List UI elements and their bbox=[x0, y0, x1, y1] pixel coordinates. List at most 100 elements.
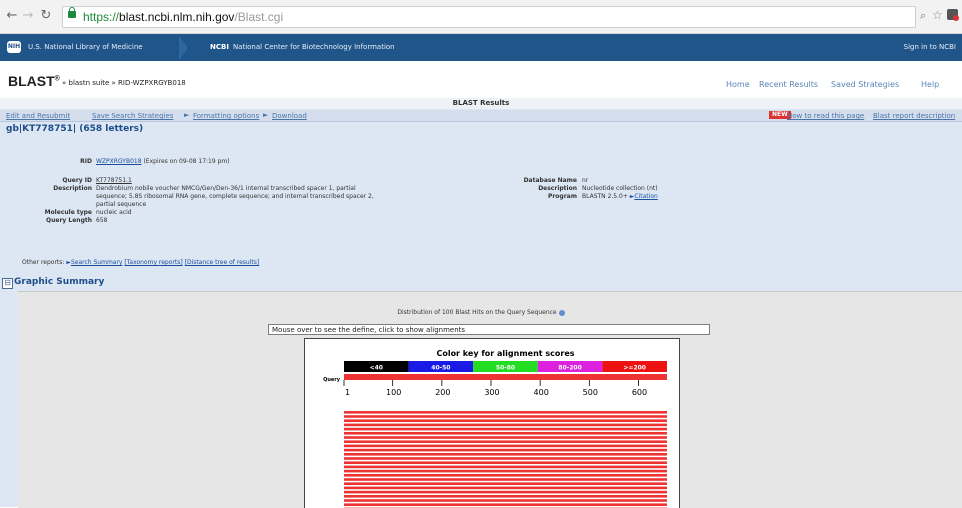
ruler-tick-label: 500 bbox=[583, 388, 598, 397]
ruler-tick-label: 1 bbox=[345, 388, 350, 397]
nav-recent-results[interactable]: Recent Results bbox=[759, 80, 818, 89]
blast-title: BLAST bbox=[8, 73, 55, 89]
hit-bar bbox=[344, 453, 667, 456]
taxonomy-reports-link[interactable]: [Taxonomy reports] bbox=[124, 259, 182, 266]
color-key-label: <40 bbox=[370, 365, 383, 372]
url-path: /Blast.cgi bbox=[234, 10, 283, 24]
download-link[interactable]: Download bbox=[272, 112, 307, 120]
formatting-options-link[interactable]: Formatting options bbox=[193, 112, 259, 120]
hit-bar bbox=[344, 491, 667, 494]
database-name-value: nr bbox=[582, 177, 588, 184]
query-label: Query bbox=[323, 377, 341, 383]
hit-bar bbox=[344, 482, 667, 485]
hit-bar bbox=[344, 499, 667, 502]
hit-bar bbox=[344, 440, 667, 443]
citation-link[interactable]: Citation bbox=[634, 193, 657, 200]
hit-bar bbox=[344, 487, 667, 490]
how-to-read-link[interactable]: How to read this page bbox=[787, 112, 864, 120]
save-strategies-link[interactable]: Save Search Strategies bbox=[92, 112, 173, 120]
hit-definition-box: Mouse over to see the define, click to s… bbox=[268, 324, 710, 335]
hit-bar bbox=[344, 478, 667, 481]
hit-bar bbox=[344, 474, 667, 477]
edit-resubmit-link[interactable]: Edit and Resubmit bbox=[6, 112, 70, 120]
star-icon[interactable]: ☆ bbox=[932, 8, 943, 22]
hit-bar bbox=[344, 428, 667, 431]
hit-bar bbox=[344, 424, 667, 427]
nlm-link[interactable]: U.S. National Library of Medicine bbox=[28, 43, 143, 51]
distance-tree-link[interactable]: [Distance tree of results] bbox=[185, 259, 260, 266]
db-description-label: Description bbox=[507, 185, 577, 192]
sign-in-link[interactable]: Sign in to NCBI bbox=[904, 43, 956, 51]
other-reports-label: Other reports: bbox=[22, 259, 64, 266]
alignment-graphic[interactable]: Color key for alignment scores <40 40-50 50… bbox=[304, 338, 680, 508]
reload-icon[interactable]: ↻ bbox=[38, 8, 54, 24]
chevron-divider-icon bbox=[179, 36, 188, 60]
ncbi-abbr: NCBI bbox=[210, 43, 229, 51]
color-key-label: >=200 bbox=[623, 365, 646, 372]
molecule-type-label: Molecule type bbox=[22, 209, 92, 216]
blast-header: BLAST® » blastn suite » RID-WZPXRGYB018 … bbox=[0, 62, 962, 99]
hit-bar bbox=[344, 415, 667, 418]
molecule-type-value: nucleic acid bbox=[96, 209, 132, 216]
hit-bar bbox=[344, 503, 667, 506]
collapse-toggle-icon[interactable]: ⊟ bbox=[2, 278, 13, 289]
ruler-tick-label: 200 bbox=[435, 388, 450, 397]
ruler-tick-label: 600 bbox=[632, 388, 647, 397]
url-host: blast.ncbi.nlm.nih.gov bbox=[119, 10, 234, 24]
other-reports-row: Other reports: ►Search Summary [Taxonomy… bbox=[22, 259, 259, 266]
download-expand-icon: ► bbox=[263, 111, 268, 119]
ruler-tick-label: 400 bbox=[534, 388, 549, 397]
page-title: BLAST Results bbox=[0, 98, 962, 109]
hit-bar bbox=[344, 466, 667, 469]
zoom-icon[interactable]: ⌕ bbox=[920, 9, 926, 23]
forward-arrow-icon[interactable]: → bbox=[20, 8, 36, 24]
lock-icon bbox=[68, 11, 76, 18]
program-value: BLASTN 2.5.0+ bbox=[582, 193, 628, 200]
breadcrumb: » blastn suite » RID-WZPXRGYB018 bbox=[62, 79, 186, 87]
query-length-label: Query Length bbox=[22, 217, 92, 224]
nav-help[interactable]: Help bbox=[921, 80, 939, 89]
hit-bar bbox=[344, 457, 667, 460]
color-key-label: 50-80 bbox=[496, 365, 515, 372]
url-text: https://blast.ncbi.nlm.nih.gov/Blast.cgi bbox=[83, 10, 283, 24]
back-arrow-icon[interactable]: ← bbox=[4, 8, 20, 24]
query-length-value: 658 bbox=[96, 217, 107, 224]
query-id-link[interactable]: KT778751.1 bbox=[96, 177, 132, 184]
nih-logo[interactable]: NIH bbox=[7, 41, 21, 53]
rid-label: RID bbox=[22, 158, 92, 165]
hit-bar bbox=[344, 449, 667, 452]
blast-logo[interactable]: BLAST® bbox=[8, 73, 60, 89]
hit-bar bbox=[344, 411, 667, 414]
search-summary-link[interactable]: Search Summary bbox=[71, 259, 123, 266]
description-line-3: partial sequence bbox=[96, 201, 146, 208]
nav-saved-strategies[interactable]: Saved Strategies bbox=[831, 80, 899, 89]
hit-bar bbox=[344, 432, 667, 435]
description-label: Description bbox=[22, 185, 92, 192]
report-description-link[interactable]: Blast report description bbox=[873, 112, 955, 120]
rid-expires: (Expires on 09-08 17:19 pm) bbox=[143, 158, 229, 165]
extension-icon[interactable] bbox=[947, 9, 958, 20]
color-key-title: Color key for alignment scores bbox=[436, 349, 574, 358]
url-protocol: https:// bbox=[83, 10, 119, 24]
rid-link[interactable]: WZPXRGYB018 bbox=[96, 158, 142, 165]
description-line-2: sequence; 5.8S ribosomal RNA gene, compl… bbox=[96, 193, 374, 200]
ncbi-link[interactable]: NCBINational Center for Biotechnology In… bbox=[210, 43, 395, 51]
program-label: Program bbox=[507, 193, 577, 200]
database-name-label: Database Name bbox=[507, 177, 577, 184]
hit-bar bbox=[344, 461, 667, 464]
nav-home[interactable]: Home bbox=[726, 80, 750, 89]
formatting-expand-icon: ► bbox=[184, 111, 189, 119]
ruler-tick-label: 100 bbox=[386, 388, 401, 397]
db-description-value: Nucleotide collection (nt) bbox=[582, 185, 658, 192]
color-key-label: 40-50 bbox=[431, 365, 450, 372]
alignment-svg: Color key for alignment scores <40 40-50 50… bbox=[305, 339, 679, 508]
description-line-1: Dendrobium nobile voucher NMCG/Gen/Den-3… bbox=[96, 185, 356, 192]
query-id-label: Query ID bbox=[22, 177, 92, 184]
graphic-summary-title[interactable]: Graphic Summary bbox=[14, 277, 104, 287]
program-row: BLASTN 2.5.0+ ►Citation bbox=[582, 193, 658, 200]
address-bar[interactable]: https://blast.ncbi.nlm.nih.gov/Blast.cgi bbox=[62, 6, 916, 28]
help-icon[interactable] bbox=[559, 310, 565, 316]
query-bar bbox=[344, 374, 667, 380]
distribution-text: Distribution of 100 Blast Hits on the Qu… bbox=[397, 309, 556, 316]
browser-toolbar: ← → ↻ https://blast.ncbi.nlm.nih.gov/Bla… bbox=[0, 0, 962, 34]
